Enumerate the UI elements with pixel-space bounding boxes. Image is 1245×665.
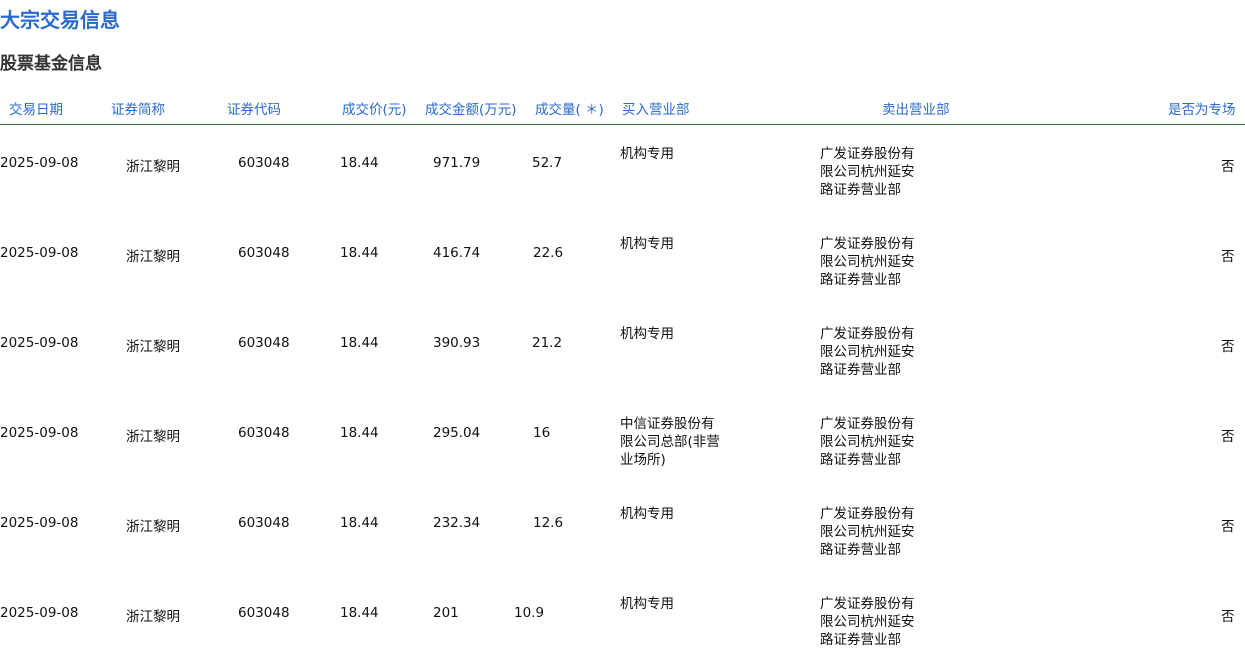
col-header-code[interactable]: 证券代码 [227,98,281,118]
cell-date: 2025-09-08 [0,425,79,441]
col-header-amount[interactable]: 成交金额(万元) [425,98,517,118]
cell-name[interactable]: 浙江黎明 [126,155,180,175]
cell-code[interactable]: 603048 [238,425,290,441]
cell-code[interactable]: 603048 [238,515,290,531]
col-header-seller[interactable]: 卖出营业部 [882,98,950,118]
cell-seller: 广发证券股份有限公司杭州延安路证券营业部 [820,596,915,648]
col-header-buyer[interactable]: 买入营业部 [622,98,690,118]
table-row: 2025-09-08 浙江黎明 603048 18.44 971.79 52.7… [0,125,1245,215]
cell-special: 否 [1221,429,1235,445]
block-trade-table: 交易日期 证券简称 证券代码 成交价(元) 成交金额(万元) 成交量( ＊) 买… [0,88,1245,665]
cell-price: 18.44 [340,245,379,261]
cell-seller: 广发证券股份有限公司杭州延安路证券营业部 [820,416,915,468]
cell-price: 18.44 [340,425,379,441]
cell-buyer: 机构专用 [620,326,674,342]
cell-volume: 12.6 [533,515,564,531]
cell-amount: 390.93 [433,335,481,351]
cell-buyer: 机构专用 [620,506,674,522]
cell-name[interactable]: 浙江黎明 [126,425,180,445]
cell-volume: 22.6 [533,245,564,261]
col-header-special[interactable]: 是否为专场 [1168,98,1236,118]
cell-amount: 971.79 [433,155,481,171]
col-header-volume[interactable]: 成交量( ＊) [535,98,604,118]
table-row: 2025-09-08 浙江黎明 603048 18.44 295.04 16 中… [0,395,1245,485]
cell-name[interactable]: 浙江黎明 [126,335,180,355]
cell-buyer: 机构专用 [620,146,674,162]
cell-date: 2025-09-08 [0,605,79,621]
cell-volume: 21.2 [532,335,563,351]
cell-buyer: 机构专用 [620,236,674,252]
col-header-date[interactable]: 交易日期 [9,98,63,118]
table-row: 2025-09-08 浙江黎明 603048 18.44 416.74 22.6… [0,215,1245,305]
table-row: 2025-09-08 浙江黎明 603048 18.44 232.34 12.6… [0,485,1245,575]
cell-name[interactable]: 浙江黎明 [126,515,180,535]
cell-amount: 201 [433,605,459,621]
cell-code[interactable]: 603048 [238,245,290,261]
cell-seller: 广发证券股份有限公司杭州延安路证券营业部 [820,326,915,378]
cell-name[interactable]: 浙江黎明 [126,605,180,625]
cell-amount: 232.34 [433,515,481,531]
cell-special: 否 [1221,519,1235,535]
table-header: 交易日期 证券简称 证券代码 成交价(元) 成交金额(万元) 成交量( ＊) 买… [0,88,1245,125]
cell-date: 2025-09-08 [0,245,79,261]
section-title: 股票基金信息 [0,54,102,74]
cell-volume: 10.9 [514,605,545,621]
cell-buyer: 机构专用 [620,596,674,612]
cell-price: 18.44 [340,155,379,171]
cell-seller: 广发证券股份有限公司杭州延安路证券营业部 [820,146,915,198]
cell-volume: 16 [533,425,551,441]
cell-price: 18.44 [340,515,379,531]
cell-code[interactable]: 603048 [238,335,290,351]
cell-buyer: 中信证券股份有限公司总部(非营业场所) [620,416,720,468]
col-header-name[interactable]: 证券简称 [111,98,165,118]
page-title: 大宗交易信息 [0,8,120,32]
cell-seller: 广发证券股份有限公司杭州延安路证券营业部 [820,236,915,288]
cell-name[interactable]: 浙江黎明 [126,245,180,265]
table-row: 2025-09-08 浙江黎明 603048 18.44 201 10.9 机构… [0,575,1245,665]
cell-date: 2025-09-08 [0,335,79,351]
cell-date: 2025-09-08 [0,155,79,171]
cell-code[interactable]: 603048 [238,605,290,621]
cell-amount: 295.04 [433,425,481,441]
cell-amount: 416.74 [433,245,481,261]
cell-price: 18.44 [340,605,379,621]
cell-price: 18.44 [340,335,379,351]
cell-special: 否 [1221,609,1235,625]
table-row: 2025-09-08 浙江黎明 603048 18.44 390.93 21.2… [0,305,1245,395]
cell-special: 否 [1221,249,1235,265]
cell-code[interactable]: 603048 [238,155,290,171]
cell-seller: 广发证券股份有限公司杭州延安路证券营业部 [820,506,915,558]
cell-date: 2025-09-08 [0,515,79,531]
cell-special: 否 [1221,159,1235,175]
cell-special: 否 [1221,339,1235,355]
col-header-price[interactable]: 成交价(元) [342,98,407,118]
cell-volume: 52.7 [532,155,563,171]
